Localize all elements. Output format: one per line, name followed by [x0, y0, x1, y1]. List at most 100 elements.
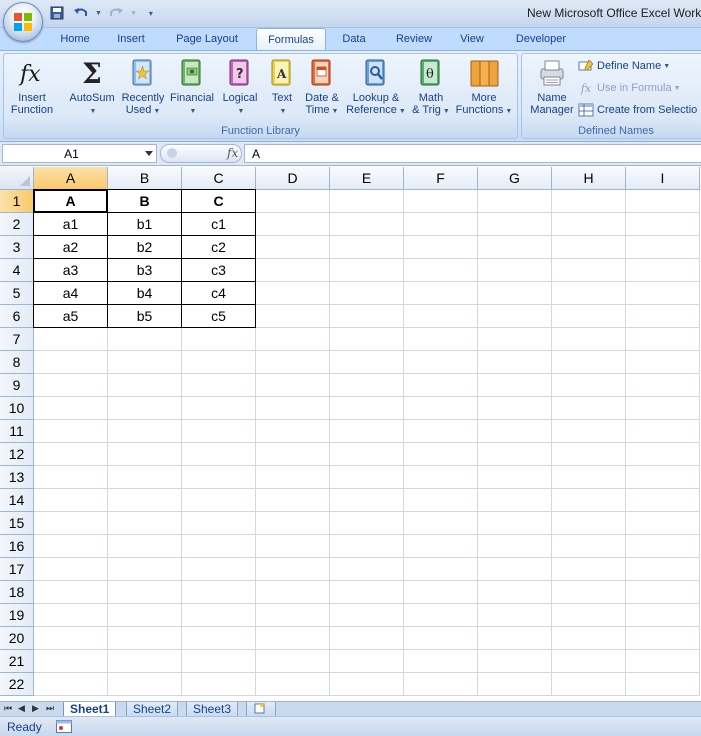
- cell-h7[interactable]: [552, 328, 626, 351]
- name-box-dropdown-icon[interactable]: [145, 151, 153, 156]
- tab-home[interactable]: Home: [48, 28, 102, 50]
- cell-a12[interactable]: [34, 443, 108, 466]
- column-header-g[interactable]: G: [478, 167, 552, 190]
- cell-i19[interactable]: [626, 604, 700, 627]
- cell-d21[interactable]: [256, 650, 330, 673]
- cell-c9[interactable]: [182, 374, 256, 397]
- formula-bar-handle-icon[interactable]: [167, 148, 177, 158]
- row-header-12[interactable]: 12: [0, 443, 34, 466]
- cell-g15[interactable]: [478, 512, 552, 535]
- cell-h15[interactable]: [552, 512, 626, 535]
- cell-h9[interactable]: [552, 374, 626, 397]
- use-in-formula-button[interactable]: fx Use in Formula ▼: [578, 79, 681, 97]
- cell-f16[interactable]: [404, 535, 478, 558]
- cell-c19[interactable]: [182, 604, 256, 627]
- cell-b21[interactable]: [108, 650, 182, 673]
- column-header-f[interactable]: F: [404, 167, 478, 190]
- select-all-corner[interactable]: [0, 167, 34, 190]
- cell-c12[interactable]: [182, 443, 256, 466]
- cell-i3[interactable]: [626, 236, 700, 259]
- cell-b13[interactable]: [108, 466, 182, 489]
- cell-e8[interactable]: [330, 351, 404, 374]
- cell-d17[interactable]: [256, 558, 330, 581]
- cell-g13[interactable]: [478, 466, 552, 489]
- cell-i11[interactable]: [626, 420, 700, 443]
- cell-d19[interactable]: [256, 604, 330, 627]
- cell-f3[interactable]: [404, 236, 478, 259]
- cell-f17[interactable]: [404, 558, 478, 581]
- cell-d11[interactable]: [256, 420, 330, 443]
- cell-i8[interactable]: [626, 351, 700, 374]
- cell-i4[interactable]: [626, 259, 700, 282]
- cell-f4[interactable]: [404, 259, 478, 282]
- cell-g21[interactable]: [478, 650, 552, 673]
- cell-c20[interactable]: [182, 627, 256, 650]
- cell-g7[interactable]: [478, 328, 552, 351]
- cell-h17[interactable]: [552, 558, 626, 581]
- cell-d12[interactable]: [256, 443, 330, 466]
- cell-a20[interactable]: [34, 627, 108, 650]
- cell-c13[interactable]: [182, 466, 256, 489]
- cell-g19[interactable]: [478, 604, 552, 627]
- logical-button[interactable]: ? Logical ▼: [218, 57, 262, 118]
- cell-c21[interactable]: [182, 650, 256, 673]
- prev-sheet-icon[interactable]: ◀: [18, 703, 25, 714]
- column-header-i[interactable]: I: [626, 167, 700, 190]
- cell-g5[interactable]: [478, 282, 552, 305]
- cell-i18[interactable]: [626, 581, 700, 604]
- row-header-5[interactable]: 5: [0, 282, 34, 305]
- cell-f5[interactable]: [404, 282, 478, 305]
- cell-b19[interactable]: [108, 604, 182, 627]
- cell-f21[interactable]: [404, 650, 478, 673]
- cell-i7[interactable]: [626, 328, 700, 351]
- cell-a6[interactable]: a5: [33, 304, 108, 328]
- text-functions-button[interactable]: A Text ▼: [264, 57, 300, 118]
- math-trig-button[interactable]: θ Math & Trig ▼: [409, 57, 453, 118]
- sheet-tab-sheet3[interactable]: Sheet3: [186, 702, 239, 717]
- more-functions-button[interactable]: More Functions ▼: [453, 57, 515, 118]
- tab-page-layout[interactable]: Page Layout: [164, 28, 250, 50]
- cell-b12[interactable]: [108, 443, 182, 466]
- row-header-10[interactable]: 10: [0, 397, 34, 420]
- cell-d20[interactable]: [256, 627, 330, 650]
- cell-c22[interactable]: [182, 673, 256, 696]
- cell-a5[interactable]: a4: [33, 281, 108, 305]
- cell-c1[interactable]: C: [181, 189, 256, 213]
- cell-e17[interactable]: [330, 558, 404, 581]
- tab-insert[interactable]: Insert: [106, 28, 156, 50]
- cell-g11[interactable]: [478, 420, 552, 443]
- cell-d2[interactable]: [256, 213, 330, 236]
- cell-h2[interactable]: [552, 213, 626, 236]
- cell-i2[interactable]: [626, 213, 700, 236]
- cell-b18[interactable]: [108, 581, 182, 604]
- cell-a11[interactable]: [34, 420, 108, 443]
- name-manager-button[interactable]: Name Manager: [525, 57, 579, 116]
- cell-b15[interactable]: [108, 512, 182, 535]
- cell-d1[interactable]: [256, 190, 330, 213]
- cell-f11[interactable]: [404, 420, 478, 443]
- cell-b6[interactable]: b5: [107, 304, 182, 328]
- cell-h19[interactable]: [552, 604, 626, 627]
- cell-e19[interactable]: [330, 604, 404, 627]
- cell-a4[interactable]: a3: [33, 258, 108, 282]
- cell-h3[interactable]: [552, 236, 626, 259]
- tab-data[interactable]: Data: [332, 28, 376, 50]
- tab-formulas[interactable]: Formulas: [256, 28, 326, 50]
- cell-a7[interactable]: [34, 328, 108, 351]
- cell-f12[interactable]: [404, 443, 478, 466]
- cell-g12[interactable]: [478, 443, 552, 466]
- cell-c15[interactable]: [182, 512, 256, 535]
- cell-b20[interactable]: [108, 627, 182, 650]
- cell-i12[interactable]: [626, 443, 700, 466]
- cell-f10[interactable]: [404, 397, 478, 420]
- row-header-6[interactable]: 6: [0, 305, 34, 328]
- cell-g2[interactable]: [478, 213, 552, 236]
- row-header-22[interactable]: 22: [0, 673, 34, 696]
- row-header-19[interactable]: 19: [0, 604, 34, 627]
- cell-i9[interactable]: [626, 374, 700, 397]
- cell-c2[interactable]: c1: [181, 212, 256, 236]
- tab-developer[interactable]: Developer: [504, 28, 578, 50]
- cell-d4[interactable]: [256, 259, 330, 282]
- cell-e11[interactable]: [330, 420, 404, 443]
- office-button[interactable]: [3, 2, 43, 42]
